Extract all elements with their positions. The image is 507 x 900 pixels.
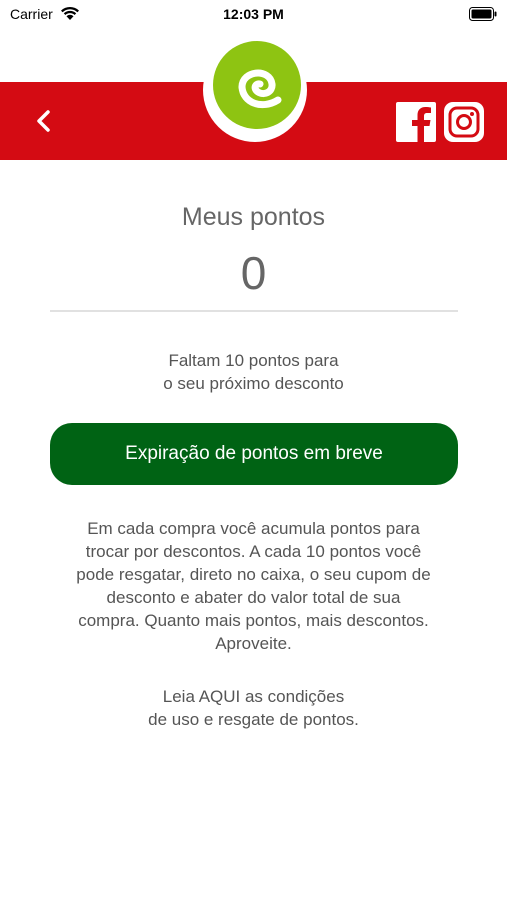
expiring-points-label: Expiração de pontos em breve (125, 443, 383, 464)
terms-line: Leia AQUI as condições (162, 687, 345, 706)
info-line: pode resgatar, direto no caixa, o seu cu… (76, 565, 431, 584)
chevron-left-icon (37, 110, 50, 132)
points-info: Em cada compra você acumula pontos para … (40, 517, 467, 655)
instagram-icon (444, 102, 484, 142)
info-line: desconto e abater do valor total de sua (106, 588, 401, 607)
info-line: Em cada compra você acumula pontos para (87, 519, 420, 538)
brand-logo-icon (213, 41, 301, 129)
expiring-points-button[interactable]: Expiração de pontos em breve (50, 423, 458, 485)
info-line: Aproveite. (215, 634, 292, 653)
terms-line: de uso e resgate de pontos. (148, 710, 359, 729)
divider (50, 310, 458, 312)
remaining-line: Faltam 10 pontos para (168, 351, 339, 370)
brand-logo (203, 38, 307, 142)
clock-label: 12:03 PM (223, 6, 284, 22)
status-bar: Carrier 12:03 PM (0, 0, 507, 30)
battery-icon (469, 7, 497, 21)
facebook-button[interactable] (395, 101, 437, 143)
instagram-button[interactable] (443, 101, 485, 143)
info-line: trocar por descontos. A cada 10 pontos v… (85, 542, 422, 561)
points-title: Meus pontos (181, 203, 326, 231)
terms-link[interactable]: Leia AQUI as condições de uso e resgate … (0, 685, 507, 731)
back-button[interactable] (28, 104, 62, 138)
remaining-line: o seu próximo desconto (163, 374, 344, 393)
points-remaining: Faltam 10 pontos para o seu próximo desc… (0, 349, 507, 395)
info-line: compra. Quanto mais pontos, mais descont… (78, 611, 429, 630)
points-value: 0 (240, 247, 267, 299)
social-links (395, 101, 485, 143)
facebook-icon (396, 102, 436, 143)
